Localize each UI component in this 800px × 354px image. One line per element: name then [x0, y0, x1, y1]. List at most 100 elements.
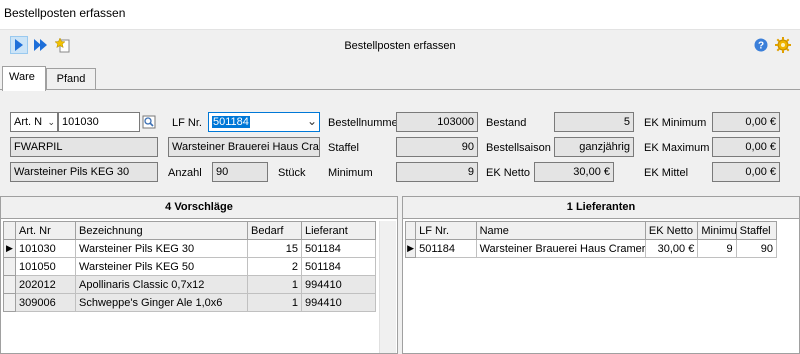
art-type-select[interactable]: Art. N ⌄ — [10, 112, 58, 132]
cell-lieferant: 994410 — [301, 275, 376, 294]
current-row-icon: ▶ — [3, 239, 16, 258]
column-header[interactable]: EK Netto — [644, 221, 699, 240]
help-icon: ? — [754, 38, 768, 52]
column-header[interactable]: LF Nr. — [415, 221, 477, 240]
cell-art-nr: 309006 — [15, 293, 76, 312]
gear-icon — [775, 37, 791, 53]
minimum-value: 9 — [467, 166, 474, 178]
ek-maximum-label: EK Maximum — [644, 142, 710, 154]
cell-lf-nr: 501184 — [415, 239, 477, 258]
bestellsaison-field: ganzjährig — [554, 137, 634, 157]
cell-bedarf: 2 — [247, 257, 302, 276]
staffel-label: Staffel — [328, 142, 359, 154]
ek-minimum-value: 0,00 € — [745, 116, 776, 128]
cell-ek-netto: 30,00 € — [644, 239, 699, 258]
toolbar-title: Bestellposten erfassen — [344, 40, 456, 52]
table-row[interactable]: ▶ 101030 Warsteiner Pils KEG 30 15 50118… — [3, 239, 376, 258]
cell-bedarf: 15 — [247, 239, 302, 258]
suppliers-panel: 1 Lieferanten LF Nr. Name EK Netto Minim… — [402, 196, 800, 354]
column-header[interactable]: Minimum — [697, 221, 737, 240]
ek-minimum-label: EK Minimum — [644, 117, 707, 129]
settings-button[interactable] — [774, 36, 792, 54]
ek-netto-field: 30,00 € — [534, 162, 614, 182]
search-button[interactable] — [142, 115, 156, 129]
vertical-scrollbar[interactable] — [379, 221, 396, 353]
cell-bezeichnung: Apollinaris Classic 0,7x12 — [75, 275, 248, 294]
tab-ware[interactable]: Ware — [2, 66, 46, 91]
bestellsaison-label: Bestellsaison — [486, 142, 551, 154]
short-name-field: FWARPIL — [10, 137, 158, 157]
help-button[interactable]: ? — [752, 36, 770, 54]
bestand-label: Bestand — [486, 117, 527, 129]
art-nr-input[interactable]: 101030 — [58, 112, 140, 132]
anzahl-value: 90 — [216, 166, 229, 178]
description-value: Warsteiner Pils KEG 30 — [14, 166, 130, 178]
tab-pfand[interactable]: Pfand — [46, 68, 96, 90]
ek-netto-value: 30,00 € — [573, 166, 610, 178]
minimum-field: 9 — [396, 162, 478, 182]
cell-art-nr: 101030 — [15, 239, 76, 258]
bestellsaison-value: ganzjährig — [579, 141, 630, 153]
column-header[interactable]: Lieferant — [301, 221, 376, 240]
table-header-row: LF Nr. Name EK Netto Minimum Staffel — [404, 221, 778, 240]
lf-nr-label: LF Nr. — [172, 117, 202, 129]
cell-bezeichnung: Warsteiner Pils KEG 50 — [75, 257, 248, 276]
toolbar: Bestellposten erfassen ? — [0, 30, 800, 64]
bestellnummer-value: 103000 — [437, 116, 474, 128]
unit-label: Stück — [278, 167, 306, 179]
table-row[interactable]: 202012 Apollinaris Classic 0,7x12 1 9944… — [3, 275, 376, 294]
description-field: Warsteiner Pils KEG 30 — [10, 162, 158, 182]
table-row[interactable]: 309006 Schweppe's Ginger Ale 1,0x6 1 994… — [3, 293, 376, 312]
column-header[interactable]: Art. Nr — [15, 221, 76, 240]
lf-nr-select[interactable]: 501184 ⌄ — [208, 112, 320, 132]
column-header[interactable]: Bedarf — [247, 221, 302, 240]
cell-bedarf: 1 — [247, 275, 302, 294]
art-type-value: Art. N — [14, 116, 43, 128]
bestellnummer-label: Bestellnummer — [328, 117, 402, 129]
anzahl-input[interactable]: 90 — [212, 162, 268, 182]
svg-text:?: ? — [758, 41, 764, 52]
staffel-field: 90 — [396, 137, 478, 157]
table-row[interactable]: 101050 Warsteiner Pils KEG 50 2 501184 — [3, 257, 376, 276]
cell-lieferant: 501184 — [301, 239, 376, 258]
row-indicator — [3, 293, 16, 312]
chevron-down-icon: ⌄ — [47, 117, 55, 127]
column-header[interactable]: Name — [475, 221, 646, 240]
row-indicator — [3, 257, 16, 276]
title-bar: Bestellposten erfassen — [0, 0, 800, 30]
cell-lieferant: 501184 — [301, 257, 376, 276]
ek-mittel-label: EK Mittel — [644, 167, 689, 179]
minimum-label: Minimum — [328, 167, 373, 179]
suppliers-title: 1 Lieferanten — [403, 197, 799, 219]
row-indicator-header — [404, 221, 417, 240]
ek-maximum-value: 0,00 € — [745, 141, 776, 153]
row-indicator-header — [3, 221, 16, 240]
cell-bedarf: 1 — [247, 293, 302, 312]
tab-pfand-label: Pfand — [56, 73, 86, 85]
art-nr-value: 101030 — [62, 116, 99, 128]
table-row[interactable]: ▶ 501184 Warsteiner Brauerei Haus Cramer… — [404, 239, 778, 258]
suppliers-table: LF Nr. Name EK Netto Minimum Staffel ▶ 5… — [404, 221, 778, 258]
form-pane: Art. N ⌄ 101030 LF Nr. 501184 ⌄ Bestelln… — [0, 89, 800, 195]
anzahl-label: Anzahl — [168, 167, 202, 179]
ek-minimum-field: 0,00 € — [712, 112, 780, 132]
ek-maximum-field: 0,00 € — [712, 137, 780, 157]
ek-mittel-value: 0,00 € — [745, 166, 776, 178]
row-indicator — [3, 275, 16, 294]
cell-bezeichnung: Schweppe's Ginger Ale 1,0x6 — [75, 293, 248, 312]
cell-name: Warsteiner Brauerei Haus Cramer K — [475, 239, 646, 258]
suggestions-table: Art. Nr Bezeichnung Bedarf Lieferant ▶ 1… — [3, 221, 376, 312]
lf-nr-value: 501184 — [212, 116, 250, 128]
ek-mittel-field: 0,00 € — [712, 162, 780, 182]
column-header[interactable]: Bezeichnung — [75, 221, 248, 240]
cell-lieferant: 994410 — [301, 293, 376, 312]
current-row-icon: ▶ — [404, 239, 417, 258]
cell-art-nr: 101050 — [15, 257, 76, 276]
column-header[interactable]: Staffel — [735, 221, 778, 240]
tab-ware-label: Ware — [9, 71, 35, 83]
supplier-name-value: Warsteiner Brauerei Haus Cramer — [172, 141, 319, 153]
suggestions-title: 4 Vorschläge — [1, 197, 397, 219]
window-title: Bestellposten erfassen — [4, 6, 126, 20]
search-icon — [142, 115, 156, 129]
supplier-name-field: Warsteiner Brauerei Haus Cramer — [168, 137, 320, 157]
